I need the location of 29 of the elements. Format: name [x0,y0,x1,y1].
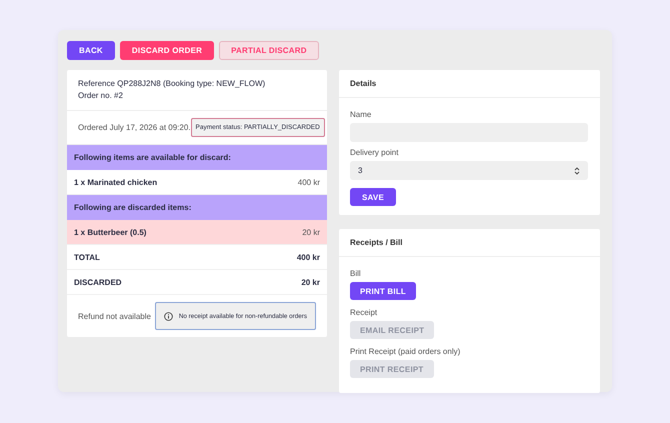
total-value: 20 kr [301,278,320,286]
group-label: Print Receipt (paid orders only) [350,347,462,356]
order-number: Order no. #2 [78,90,124,102]
order-reference: Reference QP288J2N8 (Booking type: NEW_FLOW) [78,78,266,90]
item-price: 20 kr [302,228,320,236]
receipt-button[interactable]: PRINT BILL [350,282,416,300]
save-button[interactable]: SAVE [350,188,396,206]
item-name: 1 x Butterbeer (0.5) [74,228,146,236]
section-header: Following are discarded items: [67,195,327,220]
group-label: Bill [350,269,362,278]
card-title: Receipts / Bill [339,229,600,257]
field-label: Delivery point [350,148,400,157]
order-date: Ordered July 17, 2026 at 09:20. [78,123,191,132]
back-button[interactable]: BACK [67,41,115,60]
card-title: Details [339,70,600,98]
group-label: Receipt [350,308,378,317]
info-icon [164,312,173,320]
section-header: Following items are available for discard: [67,145,327,170]
total-label: TOTAL [74,252,100,262]
field-label: Name [350,110,372,119]
item-name: 1 x Marinated chicken [74,178,158,186]
select-field[interactable]: 3 [350,161,588,180]
discard-order-button[interactable]: DISCARD ORDER [120,41,214,60]
total-label: DISCARDED [74,278,122,286]
partial-discard-button[interactable]: PARTIAL DISCARD [219,41,319,60]
refund-text: Refund not available [78,312,151,320]
chevron-updown-icon [574,166,580,174]
total-value: 400 kr [296,252,320,262]
item-price: 400 kr [298,178,320,186]
